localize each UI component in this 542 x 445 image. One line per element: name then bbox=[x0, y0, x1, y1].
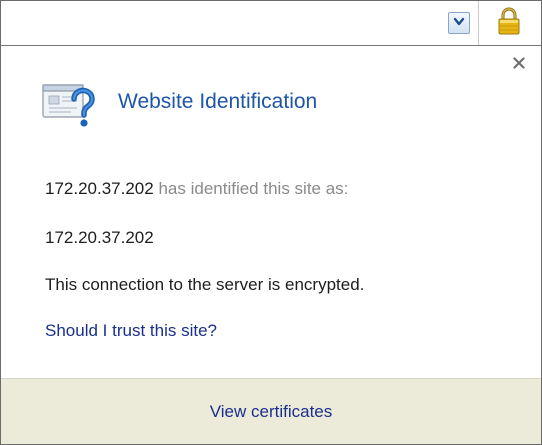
popup-title: Website Identification bbox=[118, 90, 318, 113]
close-button[interactable] bbox=[511, 57, 527, 73]
address-bar bbox=[1, 1, 541, 46]
trust-site-link[interactable]: Should I trust this site? bbox=[45, 321, 217, 341]
identified-suffix: has identified this site as: bbox=[158, 179, 349, 198]
address-dropdown-button[interactable] bbox=[448, 12, 470, 34]
padlock-icon bbox=[496, 6, 522, 41]
view-certificates-link[interactable]: View certificates bbox=[210, 402, 333, 422]
close-icon bbox=[513, 56, 525, 74]
encryption-status: This connection to the server is encrypt… bbox=[45, 275, 365, 294]
chevron-down-icon bbox=[453, 14, 465, 32]
identified-by-line: 172.20.37.202 has identified this site a… bbox=[45, 179, 348, 199]
site-identity: 172.20.37.202 bbox=[45, 228, 154, 247]
identified-host: 172.20.37.202 bbox=[45, 179, 154, 198]
website-identification-popup: Website Identification 172.20.37.202 has… bbox=[1, 46, 541, 444]
website-question-icon bbox=[41, 79, 99, 129]
popup-footer: View certificates bbox=[1, 378, 541, 444]
site-identity-window: Website Identification 172.20.37.202 has… bbox=[0, 0, 542, 445]
security-lock-button[interactable] bbox=[488, 7, 530, 39]
address-bar-divider bbox=[478, 1, 479, 45]
